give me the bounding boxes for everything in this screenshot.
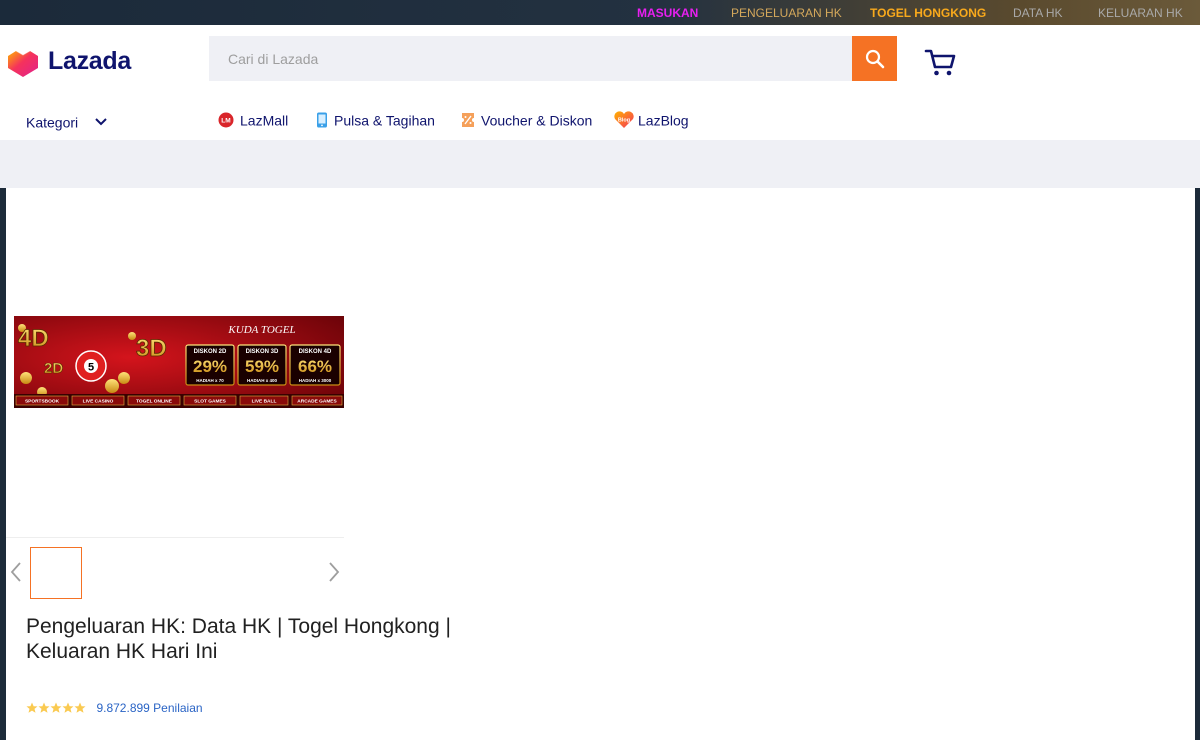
promo-box-2d: DISKON 2D 29% HADIAH x 70 xyxy=(185,344,235,386)
voucher-icon xyxy=(462,113,474,128)
banner-category: LIVE BALL xyxy=(252,399,277,405)
nav-item-lazmall[interactable]: LM LazMall xyxy=(218,111,288,128)
promo-banner-graphic: 4D 2D 3D 5 KUDA TOGEL DISKON 2D 29% HADI… xyxy=(14,316,344,408)
header: Lazada Kategori LM LazMall xyxy=(0,25,1200,140)
svg-text:DISKON 3D: DISKON 3D xyxy=(246,349,279,355)
banner-badge-3d: 3D xyxy=(136,335,167,362)
banner-ball-number: 5 xyxy=(88,362,94,374)
product-title: Pengeluaran HK: Data HK | Togel Hongkong… xyxy=(26,615,451,663)
phone-icon xyxy=(317,112,327,128)
page-edge-right xyxy=(1195,188,1200,740)
cart-button[interactable] xyxy=(924,47,958,79)
search-input[interactable] xyxy=(209,36,852,81)
svg-text:DISKON 4D: DISKON 4D xyxy=(299,349,332,355)
kategori-dropdown[interactable]: Kategori xyxy=(26,113,108,130)
svg-text:66%: 66% xyxy=(298,357,332,376)
lazada-logo[interactable]: Lazada xyxy=(6,47,146,79)
nav-item-voucher-diskon[interactable]: Voucher & Diskon xyxy=(461,111,592,128)
banner-category: SLOT GAMES xyxy=(194,399,227,405)
nav-item-label: Voucher & Diskon xyxy=(481,112,593,129)
gallery-next-button[interactable] xyxy=(327,561,341,583)
svg-text:59%: 59% xyxy=(245,357,279,376)
svg-text:HADIAH x 70: HADIAH x 70 xyxy=(196,378,224,383)
nav-item-lazblog[interactable]: Blog LazBlog xyxy=(614,111,689,129)
svg-text:HADIAH x 3000: HADIAH x 3000 xyxy=(299,378,332,383)
topbar-link-data-hk[interactable]: DATA HK xyxy=(1013,6,1063,20)
gallery-prev-button[interactable] xyxy=(9,561,23,583)
topbar-link-masukan[interactable]: MASUKAN xyxy=(637,6,698,20)
banner-badge-2d: 2D xyxy=(44,360,63,377)
kategori-label: Kategori xyxy=(26,114,79,131)
gallery-thumbnail[interactable] xyxy=(30,547,82,599)
logo-text: Lazada xyxy=(48,47,131,75)
lazblog-icon: Blog xyxy=(614,111,634,129)
gallery-divider xyxy=(6,537,344,538)
chevron-down-icon xyxy=(95,118,107,126)
svg-text:Blog: Blog xyxy=(618,118,630,124)
banner-category: SPORTSBOOK xyxy=(25,399,60,405)
promo-box-4d: DISKON 4D 66% HADIAH x 3000 xyxy=(289,344,341,386)
topbar-link-keluaran-hk[interactable]: KELUARAN HK xyxy=(1098,6,1183,20)
banner-category: LIVE CASINO xyxy=(83,399,114,405)
svg-text:HADIAH x 400: HADIAH x 400 xyxy=(247,378,278,383)
top-bar: MASUKAN PENGELUARAN HK TOGEL HONGKONG DA… xyxy=(0,0,1200,25)
promo-box-3d: DISKON 3D 59% HADIAH x 400 xyxy=(237,344,287,386)
search-icon xyxy=(865,49,884,68)
nav-item-pulsa-tagihan[interactable]: Pulsa & Tagihan xyxy=(316,111,435,128)
rating-stars-icon xyxy=(26,702,86,713)
lazada-heart-icon xyxy=(8,50,38,77)
banner-badge-4d: 4D xyxy=(18,325,49,352)
cart-icon xyxy=(924,49,956,76)
search-bar xyxy=(209,36,897,81)
chevron-right-icon xyxy=(329,562,340,582)
topbar-link-togel-hongkong[interactable]: TOGEL HONGKONG xyxy=(870,6,986,20)
banner-category: TOGEL ONLINE xyxy=(136,399,173,405)
topbar-link-pengeluaran-hk[interactable]: PENGELUARAN HK xyxy=(731,6,842,20)
nav-item-label: Pulsa & Tagihan xyxy=(334,112,435,129)
banner-category: ARCADE GAMES xyxy=(297,399,337,405)
chevron-left-icon xyxy=(10,562,21,582)
banner-brand: KUDA TOGEL xyxy=(227,324,295,336)
search-button[interactable] xyxy=(852,36,897,81)
svg-text:29%: 29% xyxy=(193,357,227,376)
nav-item-label: LazBlog xyxy=(638,112,689,129)
lazmall-icon: LM xyxy=(218,112,234,128)
product-rating: 9.872.899 Penilaian xyxy=(26,699,203,715)
product-image-banner[interactable]: 4D 2D 3D 5 KUDA TOGEL DISKON 2D 29% HADI… xyxy=(14,316,344,408)
nav-item-label: LazMall xyxy=(240,112,289,129)
svg-text:LM: LM xyxy=(221,118,230,125)
rating-count-link[interactable]: 9.872.899 Penilaian xyxy=(96,701,202,715)
category-band xyxy=(0,140,1200,188)
svg-text:DISKON 2D: DISKON 2D xyxy=(194,349,227,355)
